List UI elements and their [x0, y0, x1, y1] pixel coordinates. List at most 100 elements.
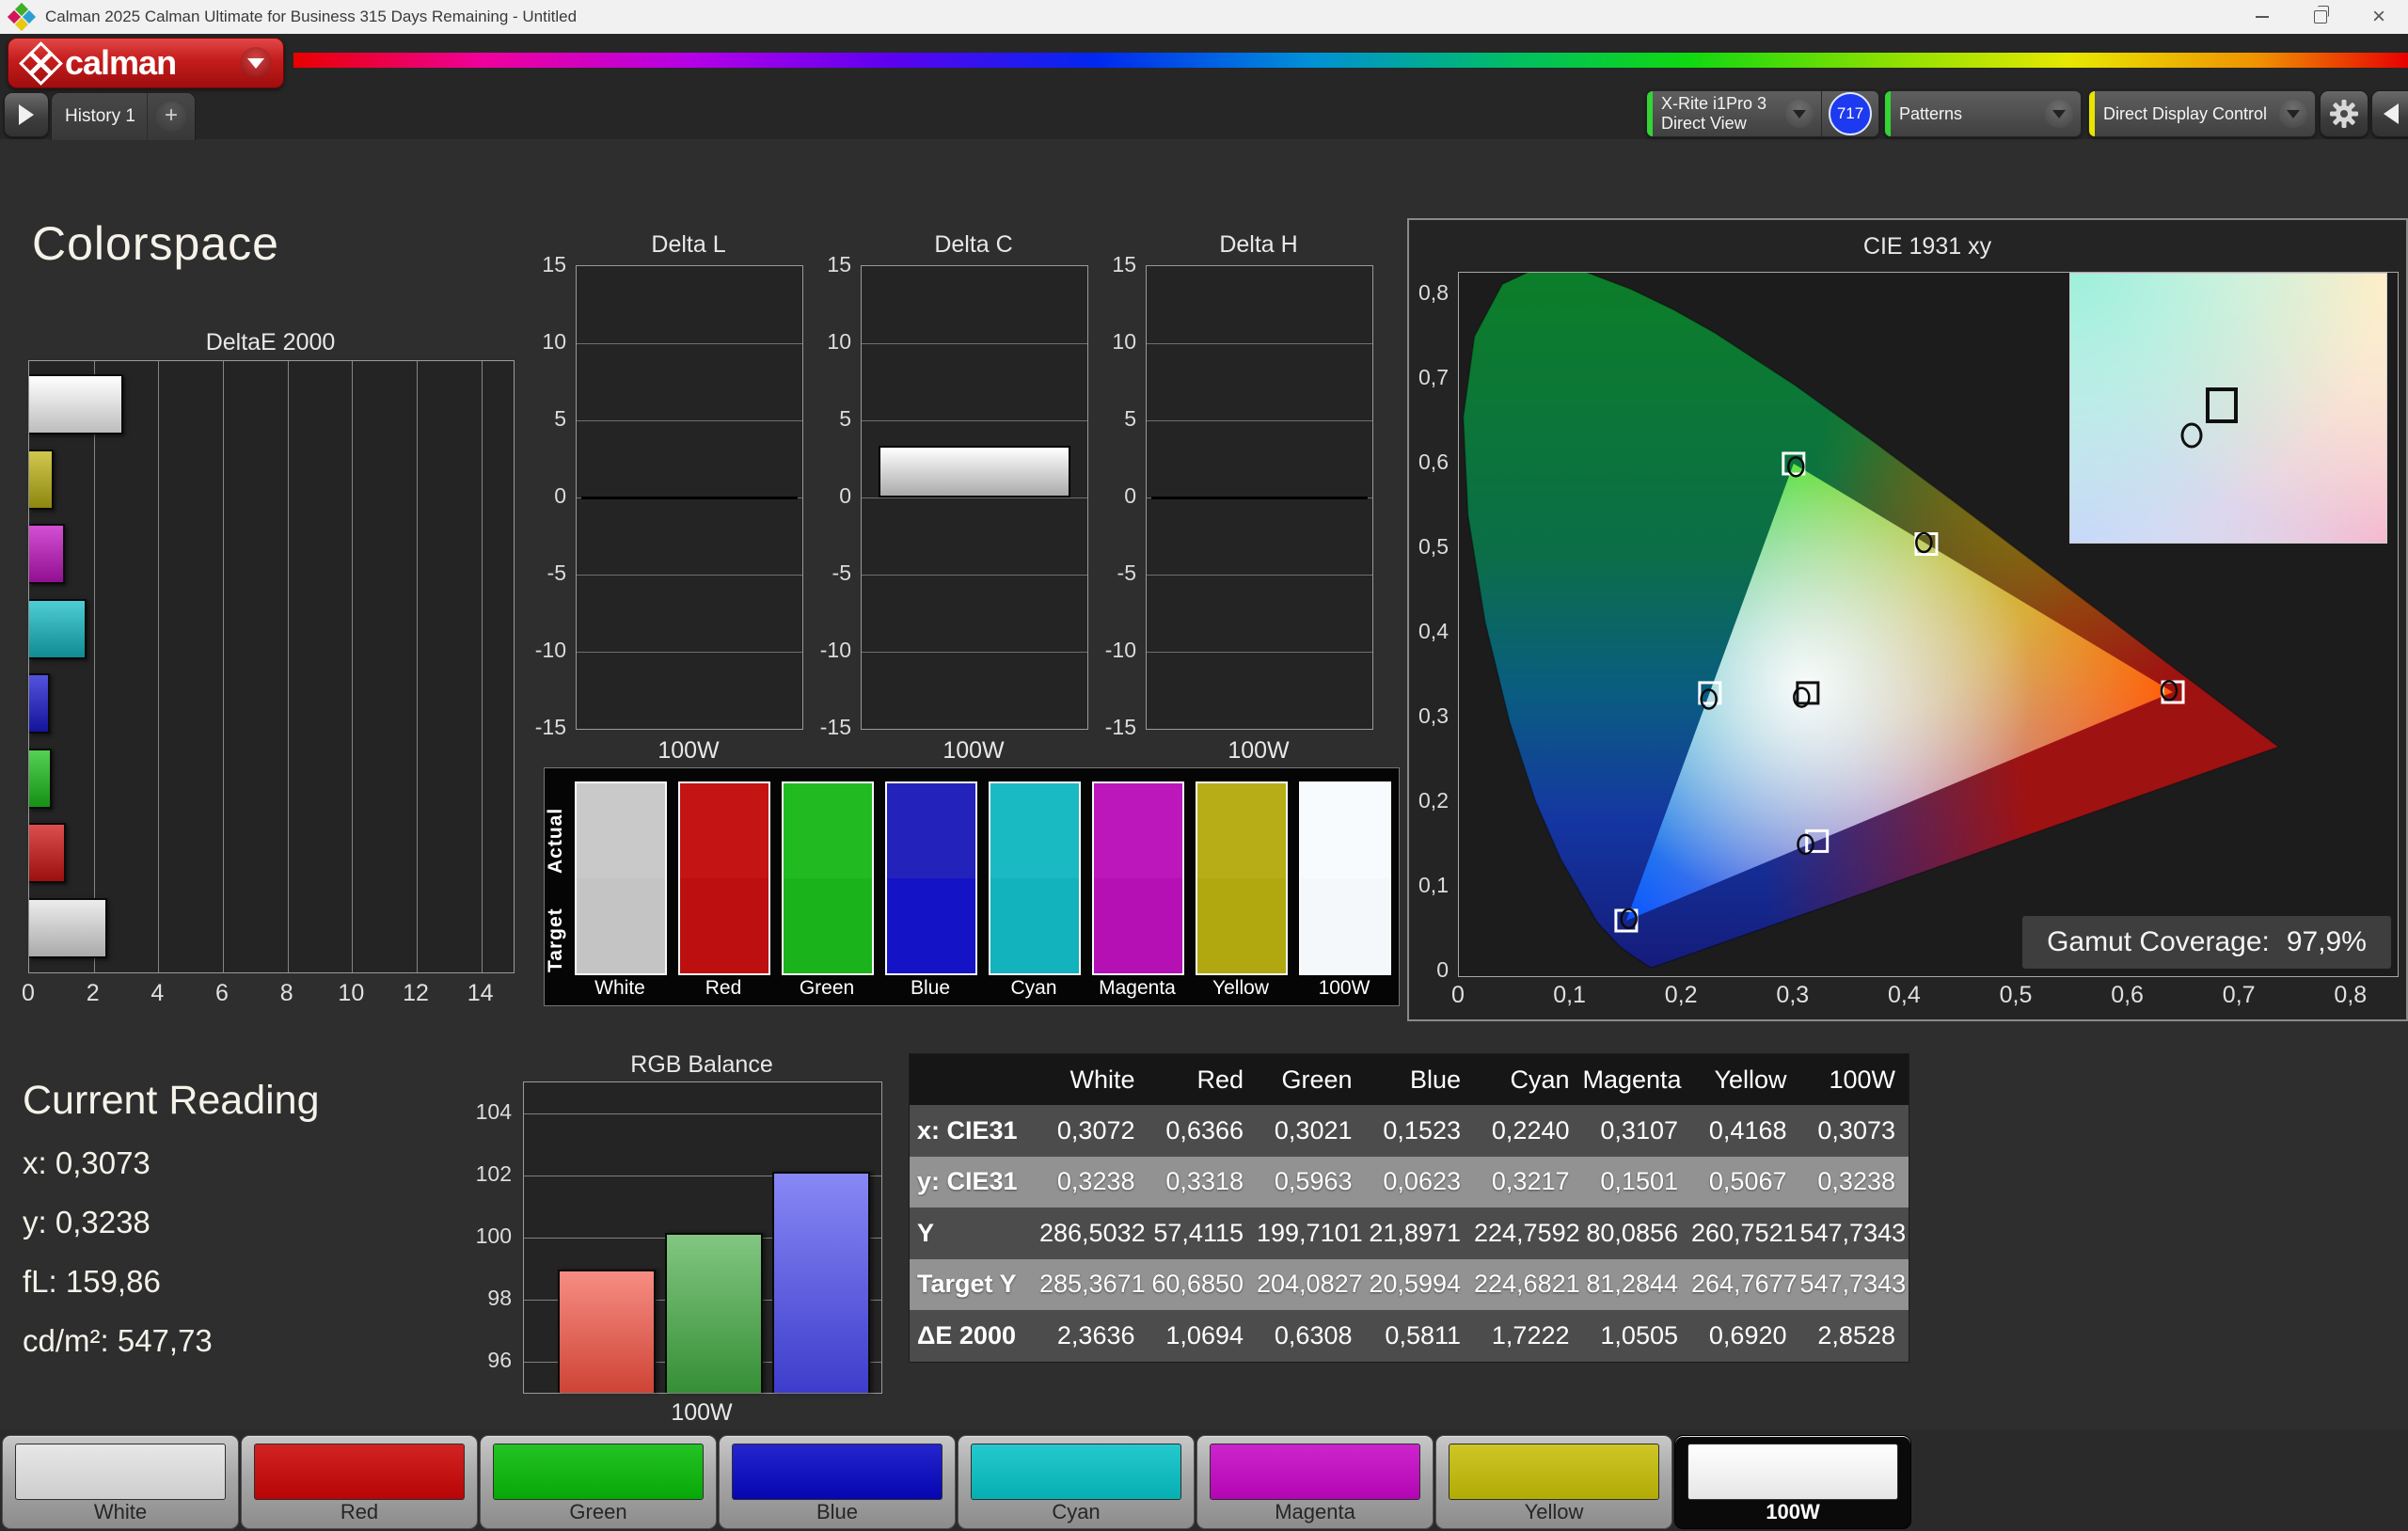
- data-line-zero: [581, 497, 798, 499]
- swatch-label: Cyan: [979, 977, 1088, 1000]
- table-row-δe-2000: ΔE 20002,36361,06940,63080,58111,72221,0…: [910, 1310, 1909, 1362]
- x-tick-label: 8: [280, 980, 293, 1007]
- deltae2000-chart-title: DeltaE 2000: [28, 329, 513, 356]
- table-cell: 224,7592: [1474, 1219, 1583, 1248]
- y-tick-label: 0,4: [1418, 619, 1449, 644]
- cie-y-axis: 00,10,20,30,40,50,60,70,8: [1409, 272, 1454, 975]
- x-tick-label: 0,2: [1665, 982, 1698, 1009]
- table-cell: 260,7521: [1691, 1219, 1800, 1248]
- chart-title: Delta C: [861, 231, 1086, 259]
- pattern-button-blue[interactable]: Blue: [719, 1435, 956, 1529]
- x-tick-label: 12: [403, 980, 429, 1007]
- meter-dropdown-arrow[interactable]: [1785, 100, 1814, 128]
- table-cell: 547,7343: [1800, 1270, 1909, 1299]
- reading-y: y: 0,3238: [23, 1205, 150, 1240]
- y-tick-label: 15: [1112, 252, 1136, 277]
- rainbow-gradient-bar: [293, 53, 2408, 68]
- calman-menu-dropdown[interactable]: [240, 47, 272, 79]
- y-tick-label: 10: [827, 329, 851, 355]
- y-tick-label: 0,8: [1418, 280, 1449, 306]
- calman-wordmark: calman: [65, 43, 176, 83]
- pattern-button-cyan[interactable]: Cyan: [958, 1435, 1195, 1529]
- pattern-button-yellow[interactable]: Yellow: [1435, 1435, 1672, 1529]
- x-tick-label: 10: [338, 980, 364, 1007]
- display-control-selector[interactable]: Direct Display Control: [2088, 90, 2316, 137]
- y-tick-label: 0,3: [1418, 703, 1449, 729]
- cie-chart-title: CIE 1931 xy: [1458, 233, 2397, 260]
- add-tab-button[interactable]: +: [147, 93, 195, 140]
- y-tick-label: 0: [554, 483, 566, 509]
- gridline: [862, 420, 1087, 421]
- plot-area: [861, 265, 1088, 730]
- pattern-button-magenta[interactable]: Magenta: [1196, 1435, 1434, 1529]
- table-cell: 0,1523: [1366, 1116, 1475, 1145]
- x-tick-label: 2: [87, 980, 100, 1007]
- y-axis: 151050-5-10-15: [812, 265, 857, 728]
- column-header: Cyan: [1474, 1065, 1583, 1095]
- x-label: 100W: [576, 737, 801, 765]
- y-tick-label: -10: [820, 638, 851, 663]
- table-cell: 0,3217: [1474, 1167, 1583, 1196]
- restore-button[interactable]: [2291, 0, 2350, 34]
- x-tick-label: 0,4: [1888, 982, 1921, 1009]
- x-tick-label: 0: [22, 980, 35, 1007]
- pattern-label: Green: [481, 1500, 716, 1524]
- patterns-dropdown-arrow[interactable]: [2045, 100, 2073, 128]
- table-cell: 0,6366: [1149, 1116, 1258, 1145]
- minimize-button[interactable]: [2233, 0, 2291, 34]
- pattern-button-100w[interactable]: 100W: [1674, 1435, 1911, 1529]
- meter-selector[interactable]: X-Rite i1Pro 3 Direct View 717: [1646, 90, 1879, 137]
- collapse-left-icon: [2384, 103, 2399, 124]
- gear-icon: [2329, 99, 2359, 129]
- deltae-bar-magenta: [29, 524, 65, 584]
- pattern-label: Magenta: [1197, 1500, 1433, 1524]
- y-tick-label: 0,5: [1418, 534, 1449, 560]
- pattern-button-white[interactable]: White: [2, 1435, 239, 1529]
- deltae-bar-100w: [29, 374, 123, 434]
- table-cell: 264,7677: [1691, 1270, 1800, 1299]
- data-line-zero: [1151, 497, 1368, 499]
- pattern-button-red[interactable]: Red: [241, 1435, 478, 1529]
- deltae-bar-yellow: [29, 450, 54, 510]
- x-tick-label: 0,8: [2334, 982, 2367, 1009]
- y-tick-label: 10: [1112, 329, 1136, 355]
- y-tick-label: 102: [476, 1161, 512, 1187]
- y-tick-label: 104: [476, 1099, 512, 1125]
- plot-area: [576, 265, 803, 730]
- y-tick-label: -15: [1105, 715, 1136, 740]
- table-cell: 0,1501: [1583, 1167, 1692, 1196]
- y-tick-label: 5: [1124, 406, 1136, 432]
- patterns-selector[interactable]: Patterns: [1884, 90, 2082, 137]
- chevron-down-icon: [2052, 110, 2066, 118]
- collapse-panel-button[interactable]: [2371, 90, 2408, 137]
- display-control-dropdown-arrow[interactable]: [2279, 100, 2307, 128]
- table-header-row: WhiteRedGreenBlueCyanMagentaYellow100W: [910, 1054, 1909, 1105]
- sidebar-expander-button[interactable]: [4, 92, 49, 137]
- deltae-bar-green: [29, 749, 52, 809]
- actual-target-swatch-panel: Actual Target WhiteRedGreenBlueCyanMagen…: [544, 767, 1400, 1006]
- close-button[interactable]: ×: [2350, 0, 2408, 34]
- tab-history-1[interactable]: History 1 +: [51, 92, 196, 140]
- calman-menu-button[interactable]: calman: [8, 38, 284, 88]
- gamut-coverage-value: 97,9%: [2287, 926, 2367, 958]
- y-tick-label: -10: [535, 638, 566, 663]
- table-cell: 547,7343: [1800, 1219, 1909, 1248]
- y-tick-label: -5: [547, 560, 566, 586]
- deltae2000-x-axis: 02468101214: [28, 980, 513, 1008]
- swatch-white: [575, 781, 667, 975]
- x-tick-label: 0,5: [2000, 982, 2033, 1009]
- rgb-balance-title: RGB Balance: [523, 1051, 880, 1079]
- pattern-button-green[interactable]: Green: [480, 1435, 717, 1529]
- meter-label: X-Rite i1Pro 3 Direct View: [1653, 94, 1766, 134]
- actual-row-label: Actual: [545, 789, 571, 892]
- header-band: calman History 1 + X-Rite i1Pro 3 Direct…: [0, 34, 2408, 139]
- x-tick-label: 0,7: [2223, 982, 2256, 1009]
- gamut-coverage-label: Gamut Coverage:: [2047, 926, 2270, 958]
- settings-button[interactable]: [2320, 90, 2368, 137]
- pattern-swatch: [1449, 1444, 1659, 1500]
- pattern-swatch: [1687, 1444, 1898, 1500]
- gridline: [223, 361, 224, 972]
- x-tick-label: 14: [467, 980, 494, 1007]
- y-tick-label: 0,7: [1418, 365, 1449, 390]
- gridline: [577, 652, 802, 653]
